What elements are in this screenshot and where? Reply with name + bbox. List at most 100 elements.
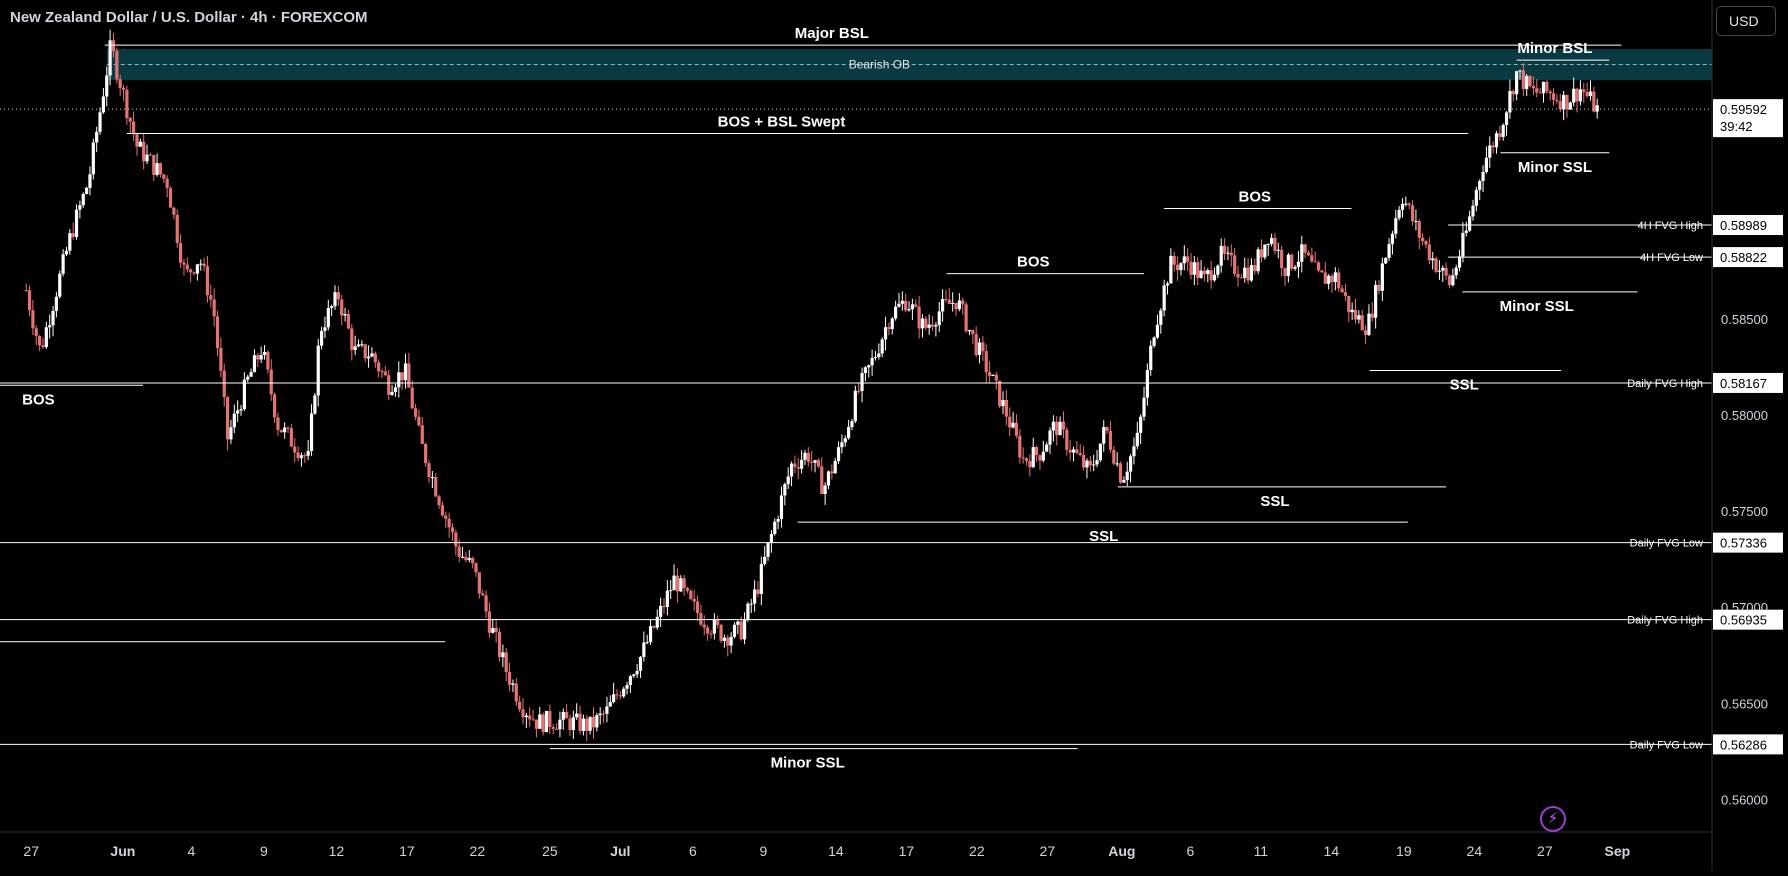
candle-body	[1531, 86, 1536, 89]
candle-body	[440, 505, 445, 516]
candle-body	[924, 318, 928, 328]
x-tick-label: 25	[542, 843, 558, 859]
x-tick-label: 6	[689, 843, 697, 859]
candle-body	[1296, 261, 1301, 268]
candle-body	[1031, 447, 1035, 468]
candle-body	[1374, 284, 1378, 318]
candle-body	[632, 674, 636, 677]
candle-body	[625, 684, 629, 689]
candle-body	[548, 711, 552, 727]
candle-body	[759, 563, 763, 594]
fvg-value-text: 0.58989	[1720, 218, 1767, 233]
candle-body	[622, 688, 626, 697]
candle-body	[883, 327, 888, 340]
candle-body	[1014, 422, 1019, 436]
candle-body	[34, 328, 38, 336]
candle-body	[1290, 254, 1294, 269]
candle-body	[172, 207, 176, 215]
candle-body	[303, 455, 307, 457]
candle-body	[1095, 460, 1099, 465]
candle-body	[289, 428, 293, 447]
candle-body	[1202, 270, 1207, 275]
candle-body	[1068, 449, 1072, 453]
candle-body	[779, 495, 784, 520]
x-tick-label: 14	[1324, 843, 1340, 859]
candle-body	[1169, 255, 1173, 284]
candle-body	[343, 313, 347, 316]
candle-body	[927, 324, 931, 328]
candle-body	[1316, 262, 1321, 271]
candle-body	[1303, 244, 1307, 253]
candle-body	[430, 477, 434, 479]
chart-canvas[interactable]: Bearish OB Major BSL Minor BSL BOS + BSL Sw…	[0, 0, 1788, 871]
candle-body	[1142, 397, 1146, 417]
candle-body	[853, 390, 857, 422]
candle-body	[652, 626, 656, 628]
candle-body	[595, 715, 599, 728]
candle-body	[269, 369, 273, 395]
candle-body	[1578, 89, 1583, 102]
candle-body	[286, 427, 290, 429]
candle-body	[692, 598, 696, 602]
candle-body	[682, 578, 686, 589]
level-label: BOS	[1017, 254, 1050, 271]
candle-body	[370, 353, 374, 357]
currency-button[interactable]: USD	[1716, 6, 1776, 36]
candle-body	[1568, 102, 1572, 110]
candle-body	[1024, 458, 1029, 461]
candle-body	[1259, 249, 1264, 258]
candle-body	[142, 141, 146, 162]
candle-body	[1229, 252, 1233, 256]
candle-body	[1196, 262, 1200, 278]
candle-body	[1266, 243, 1270, 245]
price-chart[interactable]: Bearish OB Major BSL Minor BSL BOS + BSL Sw…	[0, 0, 1788, 871]
candle-body	[1045, 444, 1049, 452]
candle-body	[403, 363, 408, 381]
candle-body	[259, 354, 263, 360]
candle-body	[88, 174, 92, 188]
candle-body	[1595, 105, 1599, 112]
candle-body	[816, 460, 821, 467]
candle-body	[1468, 216, 1472, 231]
candle-body	[1424, 241, 1428, 245]
candle-body	[1454, 267, 1458, 276]
candle-body	[215, 316, 220, 348]
candle-body	[313, 395, 317, 414]
candle-body	[68, 233, 72, 251]
candle-body	[121, 88, 126, 90]
x-tick-label: 19	[1396, 843, 1412, 859]
candle-body	[699, 613, 703, 625]
candle-body	[1249, 265, 1254, 281]
candle-body	[836, 447, 841, 462]
candle-body	[246, 376, 250, 380]
candle-body	[474, 563, 478, 573]
candle-body	[967, 329, 972, 332]
candle-body	[601, 713, 606, 715]
candle-body	[1457, 256, 1462, 268]
candle-body	[578, 713, 582, 732]
candle-body	[360, 344, 364, 346]
candle-body	[413, 408, 418, 417]
candle-body	[1293, 267, 1297, 269]
candle-body	[64, 250, 69, 255]
candle-body	[591, 716, 596, 728]
candle-body	[481, 593, 485, 596]
candle-body	[504, 652, 508, 673]
lightning-bolt-icon[interactable]: ⚡	[1540, 806, 1566, 832]
candle-body	[340, 299, 344, 316]
candle-body	[1360, 315, 1364, 331]
candle-body	[746, 603, 750, 620]
candle-body	[192, 272, 196, 274]
candle-body	[61, 254, 65, 274]
candle-body	[1387, 244, 1391, 258]
candle-body	[783, 484, 787, 496]
candle-body	[1008, 416, 1012, 428]
candle-body	[1165, 283, 1170, 286]
candle-body	[977, 342, 982, 355]
candle-body	[1011, 422, 1015, 428]
candle-body	[491, 627, 495, 633]
candle-body	[1343, 292, 1348, 296]
candle-body	[521, 709, 525, 718]
candle-body	[454, 532, 458, 547]
candle-body	[326, 307, 330, 328]
